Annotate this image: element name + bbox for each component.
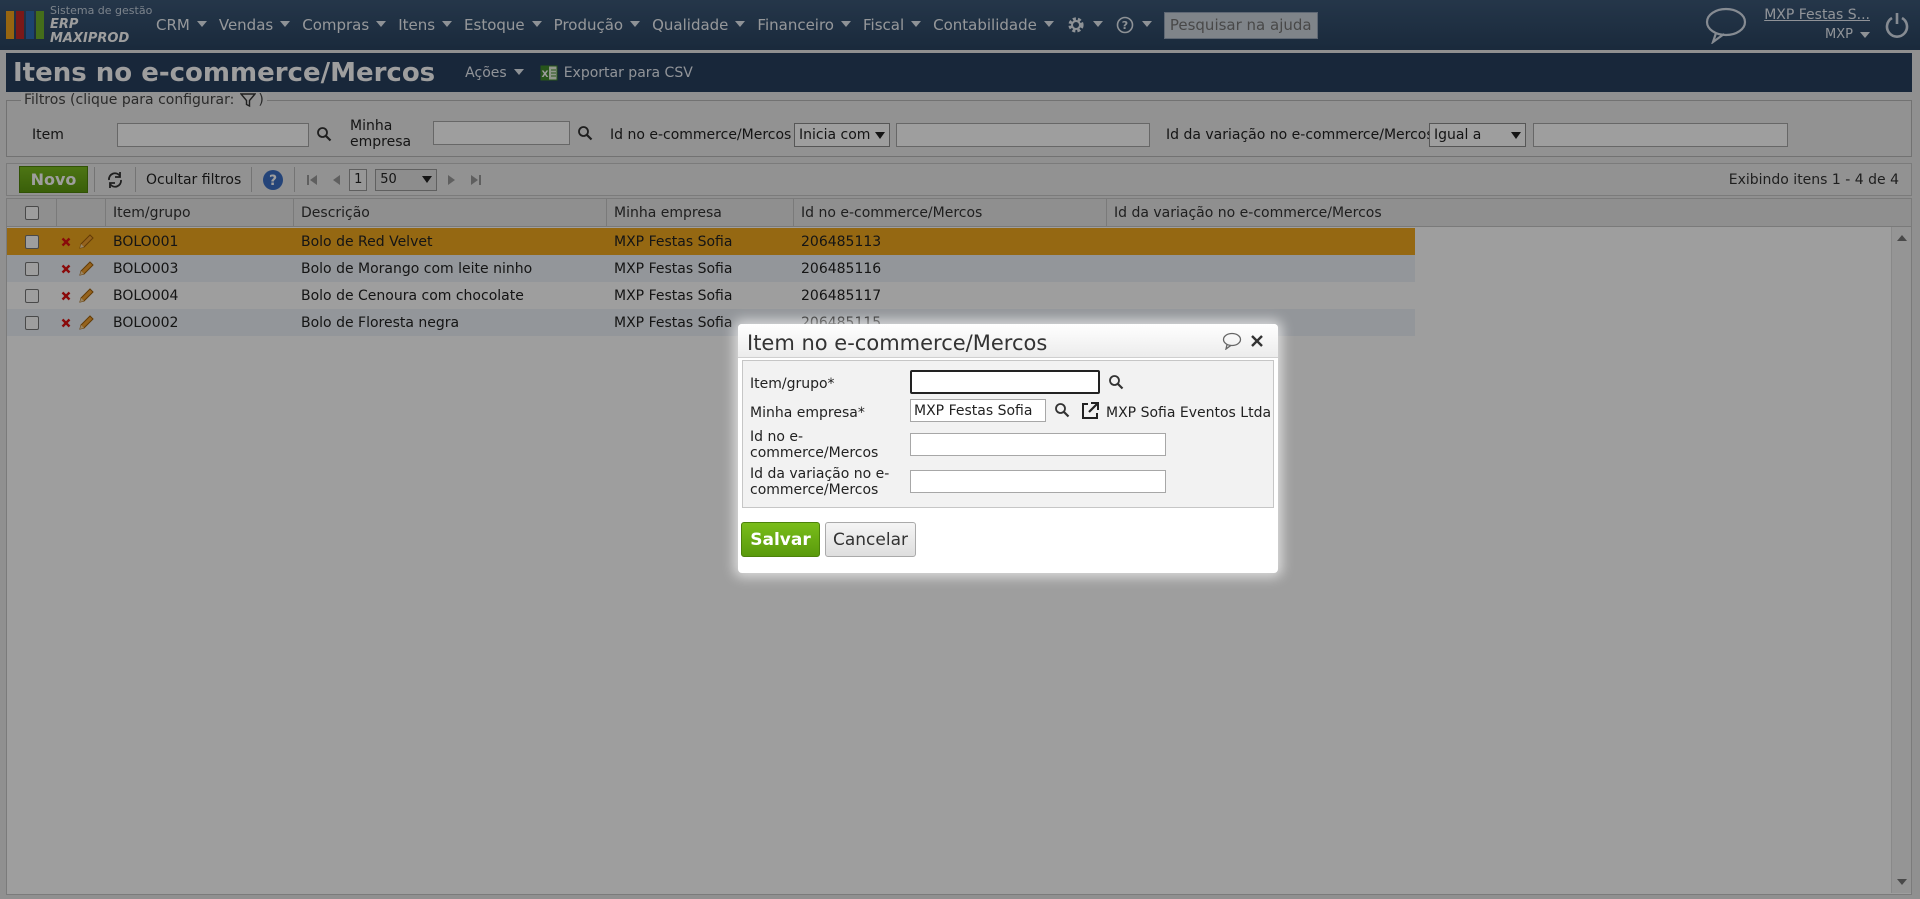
search-icon[interactable] [1054,402,1070,418]
item-grupo-input[interactable] [910,370,1100,394]
id-ecommerce-label: Id no e- [750,429,804,445]
id-ecommerce-input[interactable] [910,433,1166,456]
dialog-header[interactable]: Item no e-commerce/Mercos [738,324,1278,358]
save-button[interactable]: Salvar [741,522,820,557]
item-grupo-label: Item/grupo* [750,376,835,392]
empresa-full-name: MXP Sofia Eventos Ltda [1106,405,1272,421]
dialog-form: Item/grupo* Minha empresa* MXP Festas So… [742,360,1274,508]
external-link-icon[interactable] [1080,401,1100,421]
comment-icon[interactable] [1222,332,1242,350]
search-icon[interactable] [1108,374,1124,390]
item-ecommerce-dialog: Item no e-commerce/Mercos Item/grupo* Mi… [738,324,1278,573]
dialog-title: Item no e-commerce/Mercos [747,331,1048,355]
id-variacao-label: Id da variação no e- [750,466,890,482]
minha-empresa-input[interactable]: MXP Festas Sofia [910,399,1046,422]
id-variacao-input[interactable] [910,470,1166,493]
close-icon[interactable] [1250,334,1264,348]
cancel-button[interactable]: Cancelar [825,522,916,557]
minha-empresa-label: Minha empresa* [750,405,865,421]
